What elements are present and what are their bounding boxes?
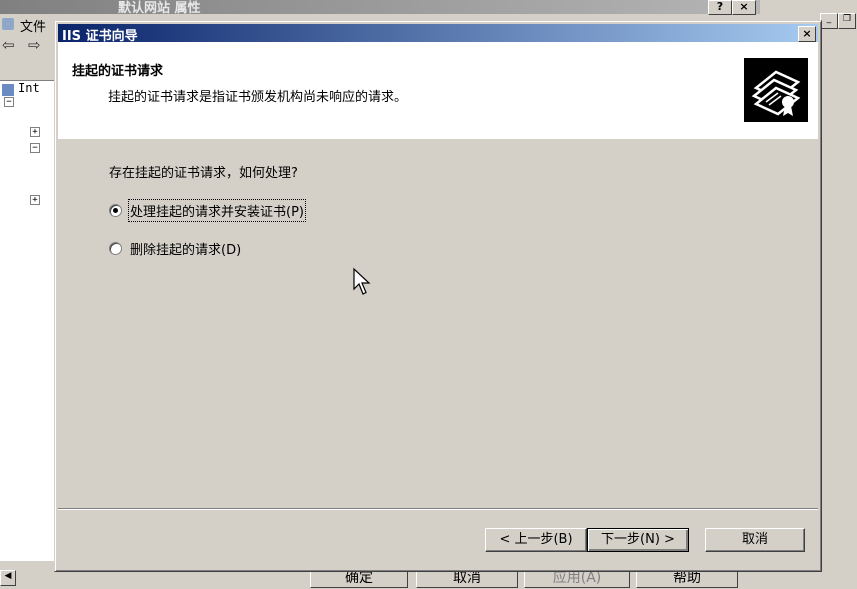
option-process-label[interactable]: 处理挂起的请求并安装证书(P) (128, 199, 306, 222)
menu-file[interactable]: 文件 (20, 16, 46, 35)
help-icon[interactable]: ? (708, 0, 732, 15)
option-process-request[interactable]: 处理挂起的请求并安装证书(P) (109, 199, 306, 222)
close-button[interactable]: × (798, 26, 816, 42)
iis-icon (2, 84, 14, 96)
close-icon[interactable]: × (732, 0, 756, 15)
minimize-icon[interactable]: _ (820, 13, 838, 29)
radio-unchecked-icon[interactable] (109, 242, 122, 255)
mmc-toolbar: ⇦ ⇨ (0, 34, 60, 56)
radio-checked-icon[interactable] (109, 204, 122, 217)
scroll-left-button[interactable]: ◀ (0, 570, 16, 586)
iis-certificate-wizard: IIS 证书向导 × 挂起的证书请求 挂起的证书请求是指证书颁发机构尚未响应的请… (54, 20, 822, 572)
restore-icon[interactable]: ❐ (838, 13, 856, 29)
tree-root-label[interactable]: Int (18, 81, 40, 95)
tree-collapse-icon[interactable]: − (30, 143, 40, 153)
mouse-pointer-icon (353, 267, 371, 295)
option-delete-request[interactable]: 删除挂起的请求(D) (109, 239, 241, 258)
option-delete-label[interactable]: 删除挂起的请求(D) (130, 239, 241, 258)
header-title: 挂起的证书请求 (72, 64, 164, 79)
header-description: 挂起的证书请求是指证书颁发机构尚未响应的请求。 (108, 90, 408, 105)
cancel-button[interactable]: 取消 (705, 528, 805, 552)
mmc-app-icon (2, 18, 14, 30)
tree-expand-icon[interactable]: + (30, 195, 40, 205)
certificate-icon (744, 58, 808, 122)
mmc-tree-pane: Int − + − + (0, 80, 55, 561)
properties-window-title: 默认网站 属性 (118, 1, 201, 16)
wizard-header: 挂起的证书请求 挂起的证书请求是指证书颁发机构尚未响应的请求。 (58, 42, 818, 139)
back-button[interactable]: < 上一步(B) (485, 528, 587, 552)
dialog-titlebar[interactable]: IIS 证书向导 × (58, 24, 818, 44)
tree-collapse-icon[interactable]: − (4, 97, 14, 107)
properties-window-titlebar: 默认网站 属性 ? × (0, 0, 760, 16)
tree-expand-icon[interactable]: + (30, 127, 40, 137)
back-arrow-icon[interactable]: ⇦ (2, 36, 15, 54)
forward-arrow-icon[interactable]: ⇨ (28, 36, 41, 54)
question-label: 存在挂起的证书请求，如何处理? (109, 166, 298, 181)
next-button[interactable]: 下一步(N) > (587, 528, 689, 552)
footer-divider-highlight (58, 509, 818, 510)
header-divider (58, 138, 818, 139)
